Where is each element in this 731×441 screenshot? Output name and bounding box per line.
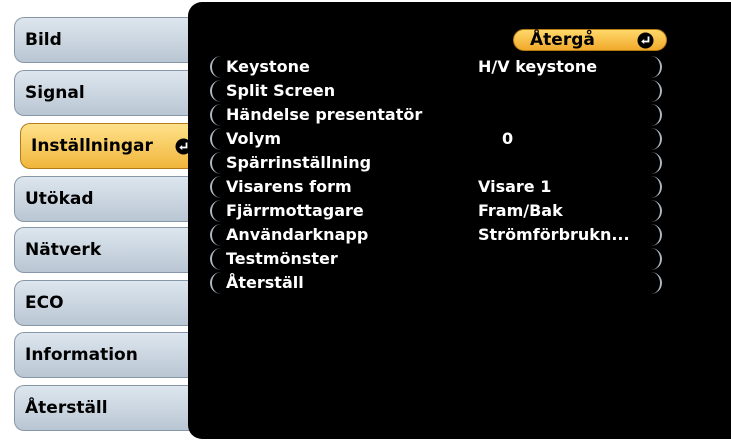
item-value: 0 <box>502 129 514 148</box>
menu-item-split-screen[interactable]: Split Screen <box>210 80 662 102</box>
menu-tabs: Bild Signal Inställningar Utökad Nätverk… <box>0 0 200 441</box>
item-label: Fjärrmottagare <box>226 201 364 220</box>
item-label: Testmönster <box>226 249 338 268</box>
item-label: Användarknapp <box>226 225 369 244</box>
menu-item-testmonster[interactable]: Testmönster <box>210 248 662 270</box>
item-value: Fram/Bak <box>478 201 563 220</box>
tab-label: Inställningar <box>31 136 153 156</box>
menu-item-keystone[interactable]: Keystone H/V keystone <box>210 56 662 78</box>
tab-eco[interactable]: ECO <box>14 280 200 326</box>
tab-label: Återställ <box>25 398 108 418</box>
tab-label: ECO <box>25 293 64 313</box>
back-button-label: Återgå <box>530 30 595 50</box>
back-button[interactable]: Återgå <box>513 29 667 51</box>
tab-label: Utökad <box>25 189 94 209</box>
tab-bild[interactable]: Bild <box>14 17 200 63</box>
item-value: H/V keystone <box>478 57 598 76</box>
tab-label: Information <box>25 345 138 365</box>
item-label: Händelse presentatör <box>226 105 423 124</box>
menu-item-aterstall[interactable]: Återställ <box>210 272 662 294</box>
tab-label: Nätverk <box>25 240 102 260</box>
menu-item-sparrinstallning[interactable]: Spärrinställning <box>210 152 662 174</box>
item-label: Återställ <box>226 273 304 292</box>
tab-label: Signal <box>25 83 85 103</box>
item-label: Spärrinställning <box>226 153 372 172</box>
item-value: Visare 1 <box>478 177 552 196</box>
tab-aterstall[interactable]: Återställ <box>14 385 200 431</box>
menu-item-handelse-presentator[interactable]: Händelse presentatör <box>210 104 662 126</box>
tab-signal[interactable]: Signal <box>14 70 200 116</box>
item-label: Visarens form <box>226 177 352 196</box>
tab-natverk[interactable]: Nätverk <box>14 227 200 273</box>
tab-label: Bild <box>25 30 62 50</box>
menu-item-volym[interactable]: Volym 0 <box>210 128 662 150</box>
item-label: Split Screen <box>226 81 336 100</box>
item-label: Volym <box>226 129 282 148</box>
tab-information[interactable]: Information <box>14 332 200 378</box>
item-value: Strömförbrukn... <box>478 225 630 244</box>
tab-utokad[interactable]: Utökad <box>14 176 200 222</box>
enter-arrow-icon <box>637 32 654 49</box>
menu-item-visarens-form[interactable]: Visarens form Visare 1 <box>210 176 662 198</box>
menu-item-fjarrmottagare[interactable]: Fjärrmottagare Fram/Bak <box>210 200 662 222</box>
menu-item-anvandarknapp[interactable]: Användarknapp Strömförbrukn... <box>210 224 662 246</box>
item-label: Keystone <box>226 57 310 76</box>
tab-installningar[interactable]: Inställningar <box>20 123 200 169</box>
